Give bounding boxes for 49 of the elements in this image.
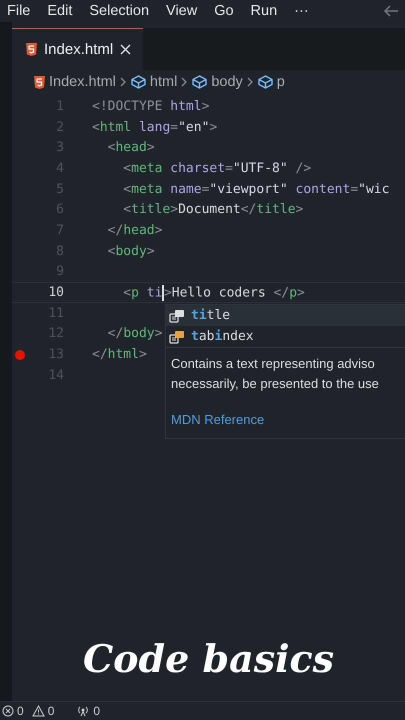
- close-icon[interactable]: [120, 44, 132, 55]
- menu-item[interactable]: File: [7, 3, 30, 19]
- error-icon: [2, 705, 14, 717]
- breadcrumb-item[interactable]: Index.html: [34, 74, 116, 90]
- code-line: </body>: [106, 326, 162, 342]
- editor-tab[interactable]: Index.html: [12, 28, 144, 70]
- code-line: <head>: [106, 140, 155, 156]
- menu-item[interactable]: Go: [214, 3, 234, 19]
- code-line: <title>Document</title>: [122, 202, 304, 218]
- cube-icon: [192, 75, 208, 89]
- chevron-icon: [246, 77, 254, 87]
- status-item[interactable]: 0: [2, 704, 24, 718]
- chevron-icon: [120, 77, 127, 87]
- property-icon: [169, 308, 185, 322]
- suggestion-item[interactable]: tabindex: [166, 326, 405, 347]
- code-line: </html>: [92, 347, 147, 362]
- breadcrumb-item[interactable]: html: [130, 74, 178, 90]
- code-line: <meta charset="UTF-8" />: [122, 160, 312, 176]
- status-item[interactable]: 0: [32, 704, 54, 718]
- menu-item[interactable]: View: [166, 3, 198, 19]
- back-arrow-icon[interactable]: [383, 5, 399, 17]
- description-text: Contains a text representing adviso: [171, 355, 375, 373]
- property-icon: [169, 330, 185, 344]
- mdn-reference-link[interactable]: MDN Reference: [171, 410, 264, 430]
- broadcast-icon: [76, 705, 90, 717]
- suggestion-item[interactable]: title: [166, 305, 405, 326]
- cube-icon: [258, 75, 273, 89]
- code-line: <meta name="viewport" content="wic: [122, 182, 390, 197]
- chevron-icon: [181, 77, 188, 87]
- breakpoint-dot[interactable]: [15, 350, 25, 360]
- menu-item[interactable]: Selection: [89, 3, 150, 19]
- menu-item[interactable]: Run: [250, 3, 278, 19]
- html-file-icon: [26, 43, 37, 56]
- html-file-icon: [34, 76, 45, 88]
- line-number: 10: [47, 285, 64, 300]
- menu-item[interactable]: ···: [294, 3, 309, 19]
- code-line: <html lang="en">: [92, 120, 218, 135]
- cube-icon: [130, 75, 146, 89]
- description-text: necessarily, be presented to the use: [171, 375, 379, 393]
- code-line: <!DOCTYPE html>: [92, 98, 210, 114]
- caption-text: Code basics: [82, 636, 334, 680]
- menu-item[interactable]: Edit: [47, 3, 72, 19]
- warning-icon: [32, 705, 45, 717]
- status-item[interactable]: 0: [76, 704, 100, 718]
- code-line: <p ti>Hello coders </p>: [122, 284, 305, 301]
- code-line: <body>: [106, 244, 155, 259]
- breadcrumb-item[interactable]: p: [258, 74, 285, 90]
- breadcrumb-item[interactable]: body: [192, 74, 243, 90]
- code-line: </head>: [106, 222, 162, 238]
